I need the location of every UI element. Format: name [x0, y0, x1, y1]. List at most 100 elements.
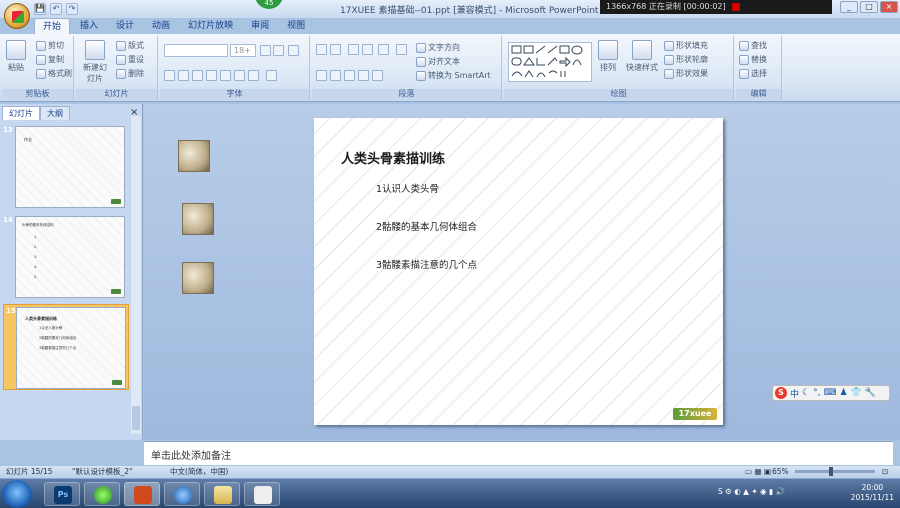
select-button[interactable]: 选择 — [739, 68, 767, 79]
ime-mode-label[interactable]: 中 — [790, 387, 799, 400]
redo-icon[interactable]: ↷ — [66, 3, 78, 15]
zoom-level[interactable]: 65% — [772, 466, 789, 478]
clear-format-icon[interactable] — [288, 45, 299, 56]
line-spacing-icon[interactable] — [378, 44, 389, 55]
shape-fill-button[interactable]: 形状填充 — [664, 40, 708, 51]
arrange-button[interactable]: 排列 — [598, 40, 618, 73]
slide-bullet-3[interactable]: 3骷髅素描注意的几个点 — [376, 257, 477, 271]
office-button[interactable] — [4, 3, 30, 29]
font-name-field[interactable] — [164, 44, 228, 57]
spacing-icon[interactable] — [234, 70, 245, 81]
shape-outline-button[interactable]: 形状轮廓 — [664, 54, 708, 65]
current-slide[interactable]: 人类头骨素描训练 1认识人类头骨 2骷髅的基本几何体组合 3骷髅素描注意的几个点… — [314, 118, 723, 425]
font-size-field[interactable]: 18+ — [230, 44, 256, 57]
language-status[interactable]: 中文(简体，中国) — [170, 466, 228, 478]
tab-review[interactable]: 审阅 — [243, 18, 277, 34]
tab-slides[interactable]: 幻灯片 — [2, 106, 40, 120]
powerpoint-app[interactable] — [124, 482, 160, 506]
floating-badge[interactable]: 45 — [255, 0, 283, 9]
numbering-icon[interactable] — [330, 44, 341, 55]
tray-icons[interactable]: S ⚙ ◐ ▲ ✦ ◉ ▮ 🔊 — [718, 487, 785, 496]
copy-button[interactable]: 复制 — [36, 54, 64, 65]
find-button[interactable]: 查找 — [739, 40, 767, 51]
columns-icon[interactable] — [396, 44, 407, 55]
zoom-slider[interactable] — [795, 467, 875, 476]
zoom-slider-handle[interactable] — [829, 467, 833, 476]
align-text-button[interactable]: 对齐文本 — [416, 56, 460, 67]
skull-image-1[interactable] — [178, 140, 210, 172]
save-icon[interactable]: 💾 — [34, 3, 46, 15]
align-right-icon[interactable] — [344, 70, 355, 81]
font-color-icon[interactable] — [266, 70, 277, 81]
smartart-button[interactable]: 转换为 SmartArt — [416, 70, 491, 81]
slide-bullet-2[interactable]: 2骷髅的基本几何体组合 — [376, 219, 477, 233]
notes-pane[interactable]: 单击此处添加备注 — [144, 441, 893, 465]
shapes-gallery[interactable] — [508, 42, 592, 82]
skin-icon[interactable]: 👕 — [851, 388, 862, 398]
new-slide-button[interactable]: 新建幻灯片 — [80, 40, 110, 84]
keyboard-icon[interactable]: ⌨ — [823, 388, 836, 398]
fit-window-icon[interactable]: ⊡ — [882, 466, 888, 478]
shadow-icon[interactable] — [220, 70, 231, 81]
punctuation-icon[interactable]: °, — [813, 388, 820, 398]
align-left-icon[interactable] — [316, 70, 327, 81]
distribute-icon[interactable] — [372, 70, 383, 81]
browser-app[interactable] — [84, 482, 120, 506]
skull-image-2[interactable] — [182, 203, 214, 235]
tab-view[interactable]: 视图 — [279, 18, 313, 34]
cut-button[interactable]: 剪切 — [36, 40, 64, 51]
slide-title[interactable]: 人类头骨素描训练 — [341, 148, 445, 167]
text-direction-button[interactable]: 文字方向 — [416, 42, 460, 53]
tab-home[interactable]: 开始 — [34, 18, 71, 34]
shape-effects-button[interactable]: 形状效果 — [664, 68, 708, 79]
explorer-app[interactable] — [204, 482, 240, 506]
tab-slideshow[interactable]: 幻灯片放映 — [180, 18, 241, 34]
grow-font-icon[interactable] — [260, 45, 271, 56]
bullets-icon[interactable] — [316, 44, 327, 55]
slide-thumbnail-15[interactable]: 15 人类头骨素描训练 1认识人类头骨 2骷髅的基本几何体组合 3骷髅素描注意的… — [3, 304, 129, 390]
tab-design[interactable]: 设计 — [108, 18, 142, 34]
align-center-icon[interactable] — [330, 70, 341, 81]
tab-animations[interactable]: 动画 — [144, 18, 178, 34]
strikethrough-icon[interactable] — [206, 70, 217, 81]
paste-button[interactable]: 粘贴 — [6, 40, 26, 73]
decrease-indent-icon[interactable] — [348, 44, 359, 55]
photoshop-app[interactable]: Ps — [44, 482, 80, 506]
skull-image-3[interactable] — [182, 262, 214, 294]
layout-button[interactable]: 版式 — [116, 40, 144, 51]
scrollbar-thumb[interactable] — [132, 406, 140, 430]
replace-button[interactable]: 替换 — [739, 54, 767, 65]
underline-icon[interactable] — [192, 70, 203, 81]
bold-icon[interactable] — [164, 70, 175, 81]
delete-slide-button[interactable]: 删除 — [116, 68, 144, 79]
record-stop-icon[interactable] — [732, 2, 741, 11]
chat-app[interactable] — [164, 482, 200, 506]
increase-indent-icon[interactable] — [362, 44, 373, 55]
wrench-icon[interactable]: 🔧 — [865, 388, 876, 398]
view-buttons[interactable]: ▭ ▦ ▣ — [745, 466, 771, 478]
slide-thumbnail-14[interactable]: 14 头骨的基本形体结构 1. 2. 3. 4. 5. — [3, 216, 129, 300]
minimize-button[interactable]: _ — [840, 1, 858, 13]
maximize-button[interactable]: □ — [860, 1, 878, 13]
moon-icon[interactable]: ☾ — [802, 388, 810, 398]
sogou-ime-toolbar[interactable]: S 中 ☾ °, ⌨ ♟ 👕 🔧 — [772, 385, 890, 401]
slide-thumbnail-13[interactable]: 13 作业 — [3, 126, 129, 210]
close-button[interactable]: × — [880, 1, 898, 13]
shrink-font-icon[interactable] — [273, 45, 284, 56]
italic-icon[interactable] — [178, 70, 189, 81]
undo-icon[interactable]: ↶ — [50, 3, 62, 15]
format-painter-button[interactable]: 格式刷 — [36, 68, 72, 79]
pane-scrollbar[interactable] — [131, 116, 141, 434]
screen-recorder-bar[interactable]: 1366x768 正在录制 [00:00:02] — [600, 0, 832, 14]
justify-icon[interactable] — [358, 70, 369, 81]
tab-outline[interactable]: 大纲 — [40, 106, 70, 120]
start-button[interactable] — [2, 480, 32, 508]
reset-button[interactable]: 重设 — [116, 54, 144, 65]
user-icon[interactable]: ♟ — [839, 388, 847, 398]
clock[interactable]: 20:00 2015/11/11 — [851, 483, 894, 503]
tab-insert[interactable]: 插入 — [72, 18, 106, 34]
case-icon[interactable] — [248, 70, 259, 81]
recorder-app[interactable] — [244, 482, 280, 506]
quick-styles-button[interactable]: 快速样式 — [626, 40, 658, 73]
slide-bullet-1[interactable]: 1认识人类头骨 — [376, 181, 439, 195]
